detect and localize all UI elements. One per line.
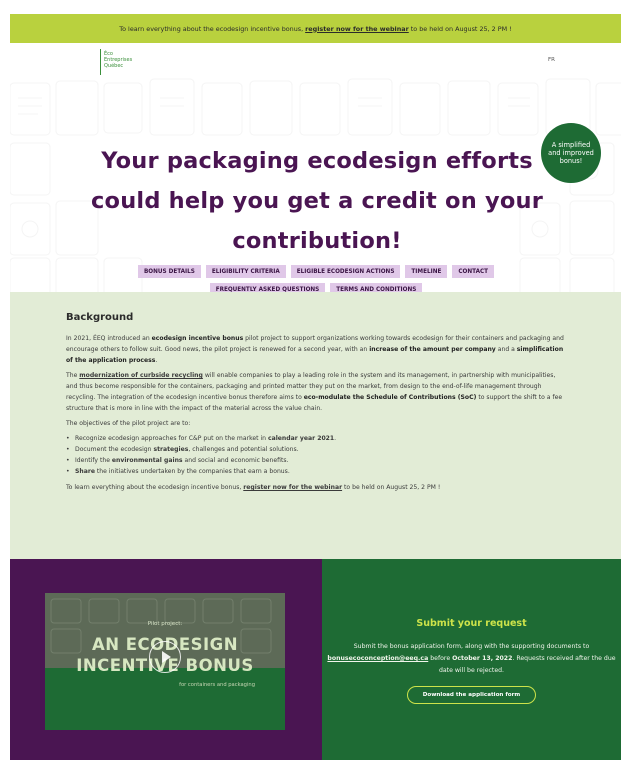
text-bold: eco-modulate the Schedule of Contributio… bbox=[303, 394, 477, 401]
play-icon[interactable] bbox=[149, 641, 181, 673]
video-subtitle: for containers and packaging bbox=[179, 682, 255, 688]
text: and a bbox=[497, 346, 515, 353]
background-heading: Background bbox=[66, 312, 134, 323]
text-bold: environmental gains bbox=[111, 457, 183, 464]
text: Document the ecodesign bbox=[75, 446, 152, 453]
list-item: Recognize ecodesign approaches for C&P p… bbox=[66, 433, 565, 444]
list-item: Share the initiatives undertaken by the … bbox=[66, 466, 565, 477]
nav-bonus-details[interactable]: BONUS DETAILS bbox=[137, 265, 201, 278]
language-toggle-fr[interactable]: FR bbox=[548, 57, 555, 63]
text: before bbox=[430, 655, 451, 662]
nav-eligible-ecodesign-actions[interactable]: ELIGIBLE ECODESIGN ACTIONS bbox=[290, 265, 401, 278]
bottom-section: Pilot project: AN ECODESIGN INCENTIVE BO… bbox=[10, 559, 621, 760]
text: Identify the bbox=[75, 457, 110, 464]
objectives-intro: The objectives of the pilot project are … bbox=[66, 420, 191, 427]
text-bold: Share bbox=[75, 468, 95, 475]
banner-text-pre: To learn everything about the ecodesign … bbox=[119, 24, 304, 33]
banner-webinar-link[interactable]: register now for the webinar bbox=[305, 25, 409, 33]
background-paragraph-2: The modernization of curbside recycling … bbox=[66, 370, 565, 414]
modernization-link[interactable]: modernization of curbside recycling bbox=[79, 372, 203, 379]
list-item: Identify the environmental gains and soc… bbox=[66, 455, 565, 466]
webinar-link[interactable]: register now for the webinar bbox=[243, 484, 342, 491]
text-bold: strategies bbox=[153, 446, 189, 453]
section-nav: BONUS DETAILS ELIGIBILITY CRITERIA ELIGI… bbox=[110, 265, 522, 292]
text: and social and economic benefits. bbox=[184, 457, 289, 464]
video-lower-band bbox=[45, 668, 285, 730]
text: , challenges and potential solutions. bbox=[188, 446, 299, 453]
nav-terms-and-conditions[interactable]: TERMS AND CONDITIONS bbox=[330, 283, 423, 292]
nav-faq[interactable]: FREQUENTLY ASKED QUESTIONS bbox=[209, 283, 326, 292]
deadline-date: October 13, 2022 bbox=[452, 655, 513, 662]
page-title: Your packaging ecodesign efforts could h… bbox=[91, 148, 543, 254]
eeq-logo[interactable]: Éco Entreprises Québec bbox=[100, 49, 140, 75]
download-application-form-button[interactable]: Download the application form bbox=[406, 686, 537, 704]
list-item: Document the ecodesign strategies, chall… bbox=[66, 444, 565, 455]
text: The bbox=[66, 372, 78, 379]
text-bold: calendar year 2021 bbox=[267, 435, 335, 442]
objectives-list: Recognize ecodesign approaches for C&P p… bbox=[66, 433, 565, 477]
hero-section: Éco Entreprises Québec FR A simplified a… bbox=[10, 43, 621, 292]
submit-request-panel: Submit your request Submit the bonus app… bbox=[322, 559, 621, 760]
submit-instructions: Submit the bonus application form, along… bbox=[322, 641, 621, 677]
webinar-paragraph: To learn everything about the ecodesign … bbox=[66, 482, 565, 493]
email-link[interactable]: bonusecoconception@eeq.ca bbox=[327, 655, 428, 662]
text: to be held on August 25, 2 PM ! bbox=[344, 484, 441, 491]
background-section: Background In 2021, ÉEQ introduced an ec… bbox=[10, 292, 621, 559]
text: . bbox=[155, 357, 158, 364]
improved-bonus-badge: A simplified and improved bonus! bbox=[541, 123, 601, 183]
text: the initiatives undertaken by the compan… bbox=[96, 468, 290, 475]
logo-line-3: Québec bbox=[104, 63, 124, 69]
text: Submit the bonus application form, along… bbox=[353, 643, 590, 650]
nav-contact[interactable]: CONTACT bbox=[452, 265, 495, 278]
nav-timeline[interactable]: TIMELINE bbox=[405, 265, 448, 278]
text: Recognize ecodesign approaches for C&P p… bbox=[75, 435, 267, 442]
nav-eligibility-criteria[interactable]: ELIGIBILITY CRITERIA bbox=[205, 265, 286, 278]
page: To learn everything about the ecodesign … bbox=[10, 14, 621, 760]
text: To learn everything about the ecodesign … bbox=[66, 484, 242, 491]
background-paragraph-1: In 2021, ÉEQ introduced an ecodesign inc… bbox=[66, 333, 565, 366]
banner-text-post: to be held on August 25, 2 PM ! bbox=[410, 24, 512, 33]
video-player[interactable]: Pilot project: AN ECODESIGN INCENTIVE BO… bbox=[45, 593, 285, 730]
text-bold: ecodesign incentive bonus bbox=[151, 335, 244, 342]
text: In 2021, ÉEQ introduced an bbox=[66, 335, 150, 342]
video-panel: Pilot project: AN ECODESIGN INCENTIVE BO… bbox=[10, 559, 322, 760]
video-pretitle: Pilot project: bbox=[147, 621, 183, 627]
submit-heading: Submit your request bbox=[416, 618, 527, 629]
text: . bbox=[334, 435, 337, 442]
top-announcement-banner: To learn everything about the ecodesign … bbox=[10, 14, 621, 43]
text-bold: increase of the amount per company bbox=[369, 346, 496, 353]
